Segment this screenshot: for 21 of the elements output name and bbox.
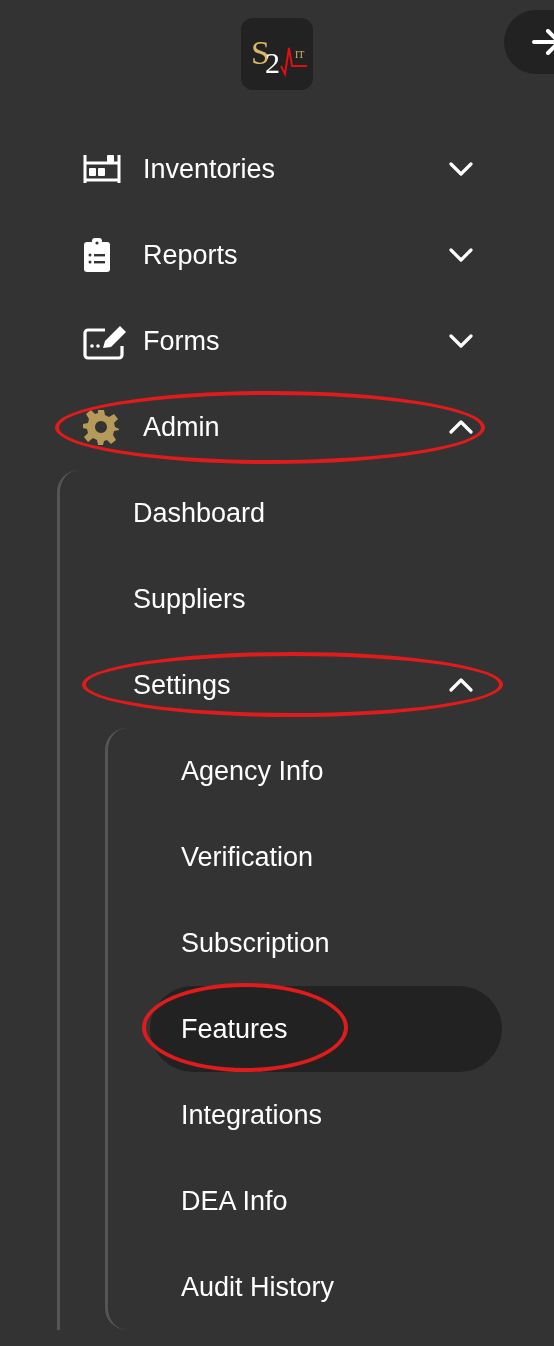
nav-item[interactable]: Forms — [0, 298, 554, 384]
nav-label: Forms — [143, 325, 220, 357]
nav-item[interactable]: Suppliers — [60, 556, 554, 642]
nav-label: Reports — [143, 239, 238, 271]
nav-item[interactable]: Verification — [108, 814, 502, 900]
nav-item[interactable]: Audit History — [108, 1244, 502, 1330]
nav-item[interactable]: DEA Info — [108, 1158, 502, 1244]
nav-label: Inventories — [143, 153, 276, 185]
selected-nav-item[interactable]: Features — [150, 986, 502, 1072]
nav-item[interactable]: Subscription — [108, 900, 502, 986]
nav-label: Dashboard — [133, 497, 266, 529]
nav-item[interactable]: Agency Info — [108, 728, 502, 814]
nav-item[interactable]: Integrations — [108, 1072, 502, 1158]
nav-item[interactable]: Reports — [0, 212, 554, 298]
nav-label: Settings — [133, 669, 231, 701]
nav-item[interactable]: Dashboard — [60, 470, 554, 556]
nav-label: Suppliers — [133, 583, 246, 615]
nav-item[interactable]: Settings — [60, 642, 554, 728]
nav-item[interactable]: Admin — [0, 384, 554, 470]
nav-item[interactable]: Inventories — [0, 126, 554, 212]
nav-label: Admin — [143, 411, 220, 443]
